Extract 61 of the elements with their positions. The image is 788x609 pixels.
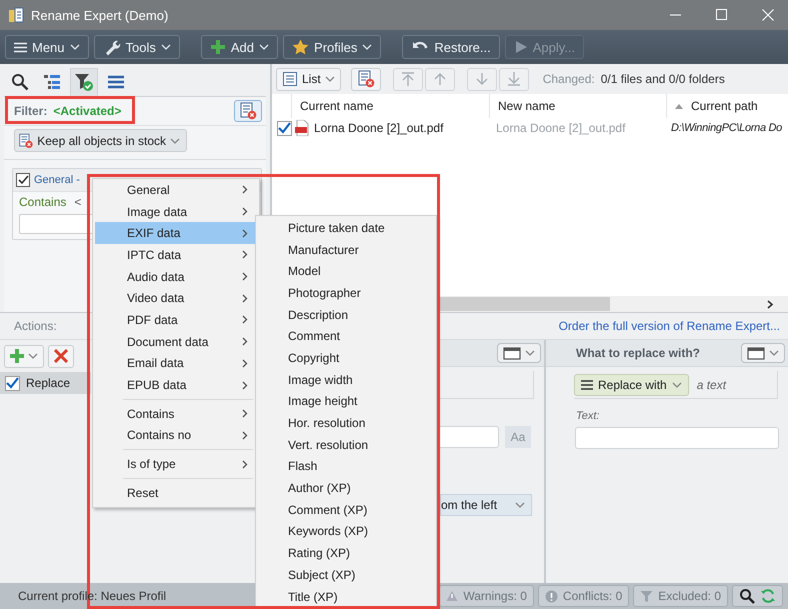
menu-item[interactable]: Manufacturer — [256, 238, 436, 260]
menu-item[interactable]: Image width — [256, 368, 436, 390]
menu-item[interactable]: Comment — [256, 325, 436, 348]
menu-item[interactable]: Author (XP) — [256, 477, 436, 499]
column-header[interactable]: New name — [490, 94, 667, 118]
menu-item[interactable]: Email data — [95, 352, 257, 374]
menu-item[interactable]: Rating (XP) — [256, 542, 436, 564]
menu-item[interactable]: Contains no — [95, 424, 257, 446]
column-header[interactable]: Current name — [292, 94, 490, 118]
menu-item[interactable]: Image data — [95, 200, 257, 222]
menu-item[interactable]: Reset — [95, 482, 257, 504]
menu-item[interactable]: Hor. resolution — [256, 412, 436, 434]
menu-item[interactable]: Audio data — [95, 266, 257, 288]
menu-item[interactable]: Document data — [95, 330, 257, 352]
changed-label: Changed: — [542, 72, 595, 86]
window-title: Rename Expert (Demo) — [31, 8, 168, 22]
menu-item[interactable]: General — [95, 179, 257, 201]
menu-item[interactable]: Contains — [95, 402, 257, 425]
menu-item[interactable]: Model — [256, 260, 436, 282]
text-label: Text: — [576, 410, 600, 422]
menu-item[interactable]: EXIF data — [95, 222, 257, 244]
position-dropdown[interactable]: om the left — [440, 494, 532, 516]
menu-item[interactable]: Description — [256, 304, 436, 326]
menu-item[interactable]: Flash — [256, 456, 436, 478]
order-link[interactable]: Order the full version of Rename Expert... — [558, 319, 780, 333]
menu-item[interactable]: Subject (XP) — [256, 564, 436, 586]
toolbar-button[interactable]: Restore... — [402, 35, 500, 59]
filter-label: Filter: — [14, 104, 48, 118]
menu-item[interactable]: IPTC data — [95, 244, 257, 266]
menu-item[interactable]: Vert. resolution — [256, 434, 436, 456]
menu-item[interactable]: Comment (XP) — [256, 498, 436, 521]
toolbar-button[interactable]: Profiles — [283, 35, 382, 59]
menu-item[interactable]: Is of type — [95, 453, 257, 475]
actions-label: Actions: — [14, 319, 57, 333]
menu-item[interactable]: Video data — [95, 287, 257, 310]
changed-count: 0/1 files and 0/0 folders — [600, 72, 725, 86]
menu-item[interactable]: Copyright — [256, 347, 436, 369]
menu-item[interactable]: EPUB data — [95, 374, 257, 396]
file-path: D:\WinningPC\Lorna Do — [671, 122, 782, 134]
mode-description: a text — [696, 378, 726, 392]
condition-operator: Contains — [19, 195, 66, 209]
toolbar-button[interactable]: Tools — [94, 35, 180, 59]
condition-title: General - — [34, 174, 80, 186]
action-item[interactable]: Replace — [0, 372, 91, 394]
menu-item[interactable]: Keywords (XP) — [256, 520, 436, 542]
panel-title: What to replace with? — [576, 346, 700, 360]
column-header[interactable]: Current path — [667, 94, 788, 118]
replace-mode-dropdown[interactable]: Replace with — [574, 374, 689, 396]
menu-item[interactable]: Picture taken date — [256, 217, 436, 239]
filter-status: <Activated> — [53, 104, 122, 118]
menu-item[interactable]: Photographer — [256, 282, 436, 304]
file-name: Lorna Doone [2]_out.pdf — [314, 121, 444, 135]
view-dropdown[interactable]: List — [276, 68, 341, 90]
menu-item[interactable]: PDF data — [95, 309, 257, 331]
menu-item[interactable]: Image height — [256, 390, 436, 412]
toolbar-button[interactable]: Menu — [5, 35, 89, 59]
toolbar-button[interactable]: Add — [200, 35, 278, 59]
new-file-name: Lorna Doone [2]_out.pdf — [496, 121, 626, 135]
condition-value: < — [74, 195, 82, 209]
menu-item[interactable]: Title (XP) — [256, 586, 436, 608]
filter-mode-dropdown[interactable]: Keep all objects in stock — [14, 129, 187, 152]
